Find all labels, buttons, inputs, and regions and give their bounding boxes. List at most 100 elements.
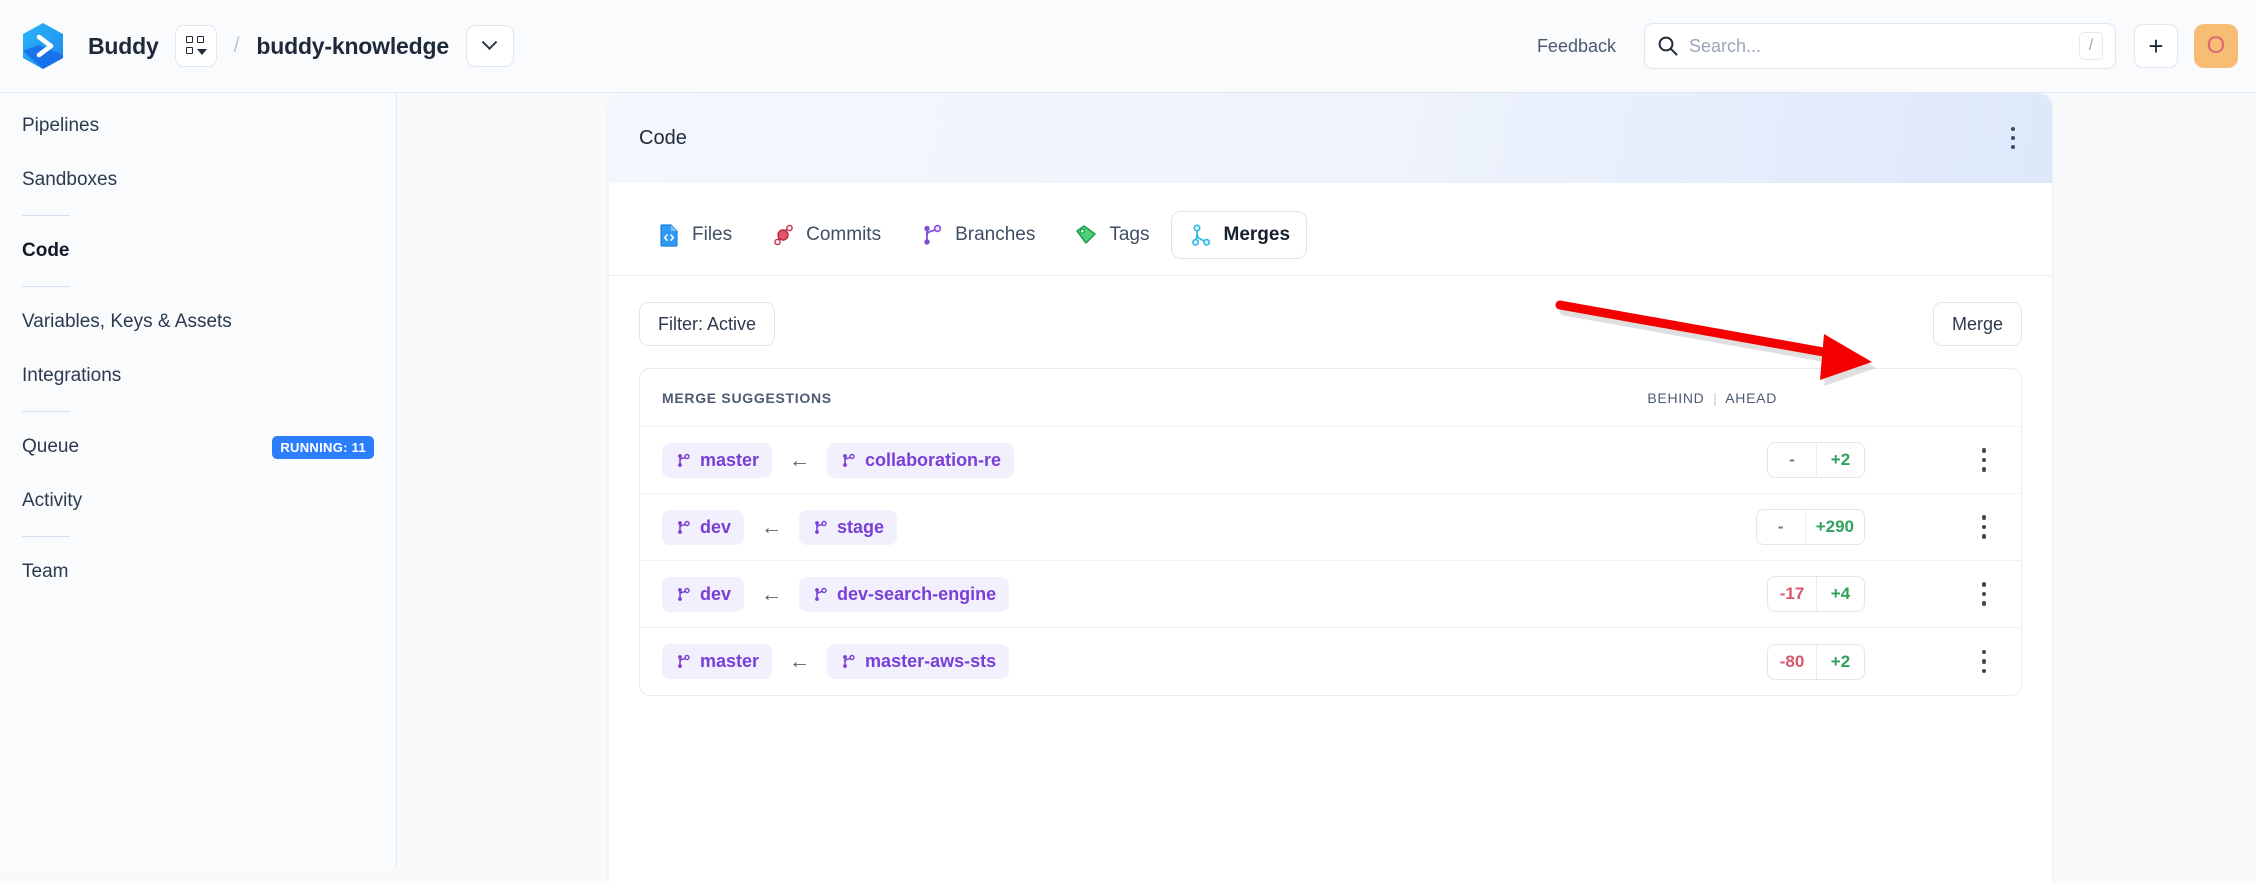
target-branch-chip[interactable]: master [662,644,773,679]
column-header-separator: | [1713,389,1718,406]
tab-label: Files [692,224,733,245]
sidebar: Pipelines Sandboxes Code Variables, Keys… [0,93,397,869]
search-placeholder: Search... [1689,35,1762,56]
file-code-icon [656,222,682,248]
source-branch-chip[interactable]: master-aws-sts [827,644,1010,679]
branch-fork-icon [840,452,857,469]
tag-icon [1073,222,1099,248]
sidebar-item-label: Integrations [22,365,122,386]
tab-label: Merges [1223,224,1291,245]
kebab-menu-icon[interactable] [2000,123,2026,153]
filter-button[interactable]: Filter: Active [639,302,776,346]
sidebar-item-integrations[interactable]: Integrations [0,349,396,403]
topbar-right-group: Feedback Search... / + O [1537,23,2256,69]
ahead-count: +2 [1816,644,1864,679]
table-row[interactable]: master ← collaboration-re - +2 [640,427,2021,494]
behind-count: - [1777,517,1784,536]
branch-fork-icon [675,519,692,536]
row-menu-icon[interactable] [1969,579,1999,609]
add-button[interactable]: + [2134,24,2178,68]
branch-name: dev [700,583,732,604]
row-menu-icon[interactable] [1969,647,1999,677]
branch-name: master-aws-sts [865,651,997,671]
target-branch-chip[interactable]: dev [662,509,745,545]
top-bar: Buddy / buddy-knowledge Feedback Search.… [0,0,2256,93]
grid-apps-icon[interactable] [174,25,217,67]
column-header-behind: BEHIND [1647,389,1705,406]
branch-name: dev-search-engine [837,583,997,604]
merge-direction-arrow: ← [761,582,783,606]
merge-direction-arrow: ← [789,448,811,472]
target-branch-chip[interactable]: master [662,442,773,478]
source-branch-chip[interactable]: collaboration-re [827,442,1015,478]
tab-commits[interactable]: Commits [753,211,898,259]
behind-count: -17 [1779,584,1805,603]
sidebar-divider [22,215,70,216]
code-card: Code Files Commits Branches Tags Merges … [609,93,2052,883]
sidebar-item-team[interactable]: Team [0,545,396,599]
target-branch-chip[interactable]: dev [662,576,745,612]
sidebar-item-label: Pipelines [22,115,100,136]
sidebar-item-pipelines[interactable]: Pipelines [0,99,396,153]
behind-ahead-counter: -17 +4 [1767,576,1865,612]
merge-button[interactable]: Merge [1932,302,2022,346]
search-icon [1657,35,1679,57]
behind-count: - [1789,450,1795,469]
avatar[interactable]: O [2194,24,2238,68]
row-menu-icon[interactable] [1969,512,1999,542]
tab-branches[interactable]: Branches [902,211,1052,259]
merge-direction-arrow: ← [761,515,783,539]
tab-merges[interactable]: Merges [1170,211,1308,259]
sidebar-item-code[interactable]: Code [0,224,396,278]
table-row[interactable]: master ← master-aws-sts -80 +2 [640,628,2021,695]
breadcrumb-separator: / [233,34,240,57]
sidebar-item-label: Team [22,561,69,582]
column-header-ahead: AHEAD [1725,389,1777,406]
search-input[interactable]: Search... / [1644,23,2116,69]
behind-count: -80 [1779,651,1805,671]
tab-label: Tags [1109,224,1150,245]
tab-tags[interactable]: Tags [1056,211,1166,259]
column-header-behind-ahead: BEHIND | AHEAD [1647,390,1777,406]
sidebar-item-label: Queue [22,436,80,457]
sidebar-item-activity[interactable]: Activity [0,474,396,528]
behind-ahead-counter: - +2 [1767,442,1865,478]
source-branch-chip[interactable]: stage [799,509,898,545]
branch-name: stage [837,516,885,537]
table-row[interactable]: dev ← dev-search-engine -17 +4 [640,561,2021,628]
card-body: Files Commits Branches Tags Merges Filte… [609,183,2052,696]
sidebar-item-queue[interactable]: Queue RUNNING: 11 [0,420,396,474]
behind-ahead-counter: -80 +2 [1767,643,1865,680]
sidebar-item-label: Code [22,240,70,261]
table-header: MERGE SUGGESTIONS BEHIND | AHEAD [640,369,2021,427]
status-badge: RUNNING: 11 [272,435,374,459]
main-content: Code Files Commits Branches Tags Merges … [397,93,2256,883]
branch-fork-icon [812,586,829,603]
buddy-hexagon-logo[interactable] [18,21,68,71]
repo-name[interactable]: buddy-knowledge [256,33,449,60]
feedback-link[interactable]: Feedback [1537,36,1616,57]
behind-ahead-counter: - +290 [1755,509,1865,545]
merge-direction-arrow: ← [789,650,811,673]
sidebar-item-variables-keys-assets[interactable]: Variables, Keys & Assets [0,295,396,349]
sidebar-item-sandboxes[interactable]: Sandboxes [0,153,396,207]
tab-label: Commits [806,224,882,245]
chevron-down-icon[interactable] [465,25,514,67]
row-menu-icon[interactable] [1969,445,1999,475]
merge-suggestions-table: MERGE SUGGESTIONS BEHIND | AHEAD master … [639,368,2022,696]
search-shortcut-key: / [2079,32,2103,60]
tab-label: Branches [955,224,1036,245]
sidebar-item-label: Variables, Keys & Assets [22,311,232,332]
sidebar-item-label: Activity [22,490,83,511]
source-branch-chip[interactable]: dev-search-engine [799,576,1010,612]
ahead-count: +2 [1816,443,1864,477]
column-header-merge-suggestions: MERGE SUGGESTIONS [662,389,832,406]
sidebar-item-label: Sandboxes [22,169,118,190]
branch-name: master [700,449,760,470]
branch-fork-icon [840,653,857,670]
brand-name[interactable]: Buddy [88,33,159,60]
branch-name: master [700,651,760,671]
table-row[interactable]: dev ← stage - +290 [640,494,2021,561]
tab-files[interactable]: Files [639,211,749,259]
toolbar: Filter: Active Merge [639,276,2022,368]
